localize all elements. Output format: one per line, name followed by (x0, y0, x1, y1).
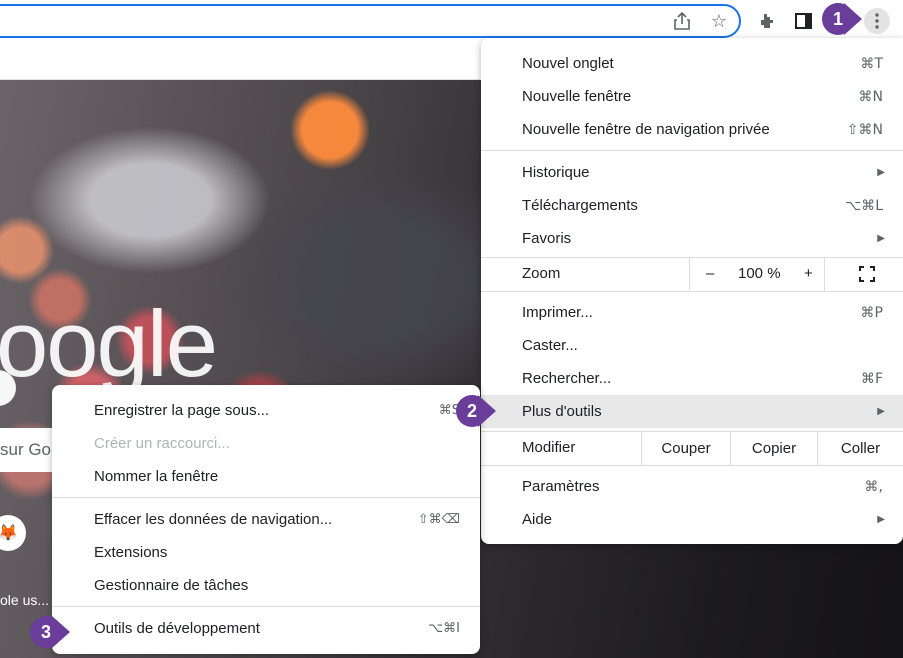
submenu-item-name-window[interactable]: Nommer la fenêtre (52, 460, 480, 493)
edit-label: Modifier (522, 439, 576, 456)
search-placeholder: sur Go (0, 440, 52, 459)
menu-item-label: Téléchargements (522, 197, 638, 214)
callout-badge-2: 2 (456, 394, 496, 428)
submenu-item-clear-browsing-data[interactable]: Effacer les données de navigation... ⇧⌘⌫ (52, 503, 480, 536)
menu-item-history[interactable]: Historique ▶ (481, 156, 903, 189)
menu-item-downloads[interactable]: Téléchargements ⌥⌘L (481, 189, 903, 222)
menu-item-new-tab[interactable]: Nouvel onglet ⌘T (481, 47, 903, 80)
zoom-controls: – 100 % + (689, 257, 825, 291)
callout-badge-3: 3 (30, 615, 70, 649)
menu-item-label: Caster... (522, 337, 578, 354)
paste-button[interactable]: Coller (817, 431, 903, 465)
copy-button[interactable]: Copier (730, 431, 817, 465)
callout-number: 3 (30, 616, 62, 648)
callout-number: 1 (822, 3, 854, 35)
menu-divider (52, 497, 480, 498)
bookmark-star-icon[interactable]: ☆ (706, 8, 732, 34)
menu-item-shortcut: ⌥⌘L (845, 197, 883, 214)
submenu-arrow-icon: ▶ (877, 406, 885, 417)
fullscreen-icon[interactable] (859, 266, 875, 287)
extensions-puzzle-icon[interactable] (753, 8, 779, 34)
menu-item-shortcut: ⌘N (858, 88, 883, 105)
menu-item-label: Nouvelle fenêtre (522, 88, 632, 105)
menu-item-help[interactable]: Aide ▶ (481, 503, 903, 536)
menu-item-bookmarks[interactable]: Favoris ▶ (481, 222, 903, 255)
menu-item-label: Plus d'outils (522, 403, 602, 420)
submenu-arrow-icon: ▶ (877, 233, 885, 244)
menu-item-label: Nouvel onglet (522, 55, 614, 72)
callout-number: 2 (456, 395, 488, 427)
menu-item-shortcut: ⌘P (860, 304, 883, 321)
menu-divider (481, 465, 903, 466)
submenu-item-create-shortcut: Créer un raccourci... (52, 427, 480, 460)
menu-item-print[interactable]: Imprimer... ⌘P (481, 296, 903, 329)
submenu-arrow-icon: ▶ (877, 167, 885, 178)
zoom-row: Zoom – 100 % + (481, 257, 903, 291)
menu-item-shortcut: ⌘, (864, 478, 883, 495)
share-icon[interactable] (669, 8, 695, 34)
more-vertical-icon[interactable] (864, 8, 890, 34)
menu-item-shortcut: ⇧⌘N (846, 121, 883, 138)
menu-divider (481, 291, 903, 292)
menu-item-label: Historique (522, 164, 590, 181)
menu-item-shortcut: ⌘T (860, 55, 883, 72)
google-logo: oogle (0, 291, 218, 396)
menu-item-cast[interactable]: Caster... (481, 329, 903, 362)
zoom-out-button[interactable]: – (706, 265, 714, 282)
menu-item-label: Gestionnaire de tâches (94, 577, 249, 594)
shortcut-tile-label: ole us... (0, 592, 50, 608)
menu-item-label: Paramètres (522, 478, 600, 495)
chrome-main-menu: Nouvel onglet ⌘T Nouvelle fenêtre ⌘N Nou… (481, 38, 903, 544)
side-panel-icon[interactable] (790, 8, 816, 34)
menu-item-label: Créer un raccourci... (94, 435, 230, 452)
menu-item-label: Imprimer... (522, 304, 593, 321)
menu-item-find[interactable]: Rechercher... ⌘F (481, 362, 903, 395)
shortcut-tile-icon[interactable]: 🦊 (0, 515, 26, 551)
menu-item-new-window[interactable]: Nouvelle fenêtre ⌘N (481, 80, 903, 113)
menu-item-label: Nommer la fenêtre (94, 468, 219, 485)
menu-divider (481, 150, 903, 151)
menu-item-label: Nouvelle fenêtre de navigation privée (522, 121, 770, 138)
edit-row: Modifier Couper Copier Coller (481, 431, 903, 465)
menu-item-shortcut: ⇧⌘⌫ (417, 512, 460, 527)
menu-item-label: Outils de développement (94, 620, 260, 637)
submenu-item-extensions[interactable]: Extensions (52, 536, 480, 569)
menu-item-label: Extensions (94, 544, 168, 561)
submenu-arrow-icon: ▶ (877, 514, 885, 525)
menu-item-settings[interactable]: Paramètres ⌘, (481, 470, 903, 503)
menu-item-shortcut: ⌘F (860, 370, 883, 387)
menu-item-label: Enregistrer la page sous... (94, 402, 270, 419)
menu-item-label: Rechercher... (522, 370, 612, 387)
zoom-in-button[interactable]: + (804, 265, 813, 282)
menu-item-label: Effacer les données de navigation... (94, 511, 333, 528)
cut-button[interactable]: Couper (641, 431, 730, 465)
submenu-item-task-manager[interactable]: Gestionnaire de tâches (52, 569, 480, 602)
zoom-level: 100 % (738, 265, 781, 282)
menu-item-label: Aide (522, 511, 553, 528)
menu-item-shortcut: ⌥⌘I (428, 621, 460, 636)
address-bar[interactable] (0, 4, 741, 38)
menu-item-more-tools[interactable]: Plus d'outils ▶ (481, 395, 903, 428)
more-tools-submenu: Enregistrer la page sous... ⌘S Créer un … (52, 385, 480, 654)
callout-badge-1: 1 (822, 2, 862, 36)
menu-divider (52, 606, 480, 607)
menu-item-new-incognito-window[interactable]: Nouvelle fenêtre de navigation privée ⇧⌘… (481, 113, 903, 146)
menu-item-label: Favoris (522, 230, 572, 247)
bookmarks-bar (0, 46, 480, 80)
submenu-item-developer-tools[interactable]: Outils de développement ⌥⌘I (52, 612, 480, 645)
submenu-item-save-page[interactable]: Enregistrer la page sous... ⌘S (52, 394, 480, 427)
zoom-label: Zoom (522, 265, 561, 282)
